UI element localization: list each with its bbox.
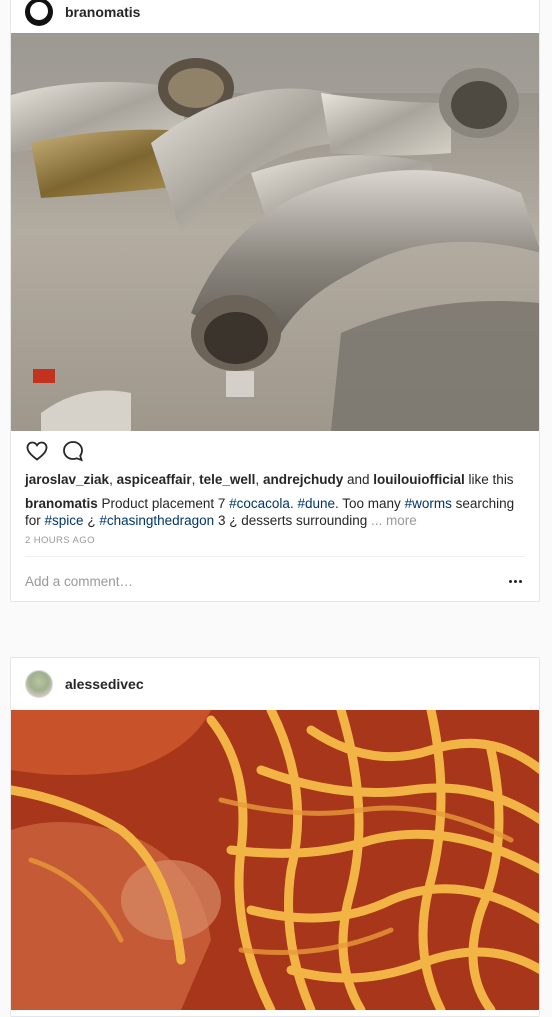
liker-username[interactable]: jaroslav_ziak (25, 472, 109, 487)
post-image-graphic (11, 33, 539, 431)
post-image[interactable] (11, 710, 539, 1010)
likes-suffix: like this (468, 472, 514, 487)
post-header: branomatis (11, 0, 539, 33)
likes-and: and (346, 472, 370, 487)
comment-input[interactable] (25, 573, 465, 589)
hashtag-link[interactable]: #dune (297, 496, 335, 511)
likes-line: jaroslav_ziak, aspiceaffair, tele_well, … (25, 472, 514, 487)
post-card: alessedivec (10, 657, 540, 1017)
hashtag-link[interactable]: #cocacola (229, 496, 290, 511)
caption-text: Product placement 7 (101, 496, 226, 511)
more-link[interactable]: ... more (371, 513, 417, 528)
hashtag-link[interactable]: #worms (405, 496, 452, 511)
liker-username[interactable]: louilouiofficial (373, 472, 465, 487)
avatar[interactable] (25, 0, 53, 26)
hashtag-link[interactable]: #chasingthedragon (99, 513, 214, 528)
post-username[interactable]: alessedivec (65, 676, 144, 692)
caption-author[interactable]: branomatis (25, 496, 98, 511)
liker-username[interactable]: aspiceaffair (117, 472, 192, 487)
heart-icon[interactable] (25, 439, 49, 463)
caption-text: ¿ (87, 513, 96, 528)
hashtag-link[interactable]: #spice (45, 513, 84, 528)
more-options-icon[interactable] (505, 579, 525, 583)
comment-row (11, 557, 539, 601)
post-actions (11, 431, 539, 471)
post-card: branomatis jaroslav_ziak, aspiceaffair, … (10, 0, 540, 602)
caption-text: . (289, 496, 294, 511)
post-timestamp[interactable]: 2 HOURS AGO (11, 529, 539, 546)
post-username[interactable]: branomatis (65, 4, 140, 20)
post-header: alessedivec (11, 658, 539, 710)
liker-username[interactable]: andrejchudy (263, 472, 343, 487)
avatar[interactable] (25, 670, 53, 698)
post-image-graphic (11, 710, 539, 1010)
caption-text: . Too many (335, 496, 401, 511)
liker-username[interactable]: tele_well (199, 472, 255, 487)
post-caption: branomatis Product placement 7 #cocacola… (11, 489, 539, 529)
comment-bubble-icon[interactable] (61, 439, 85, 463)
caption-text: 3 ¿ desserts surrounding (217, 513, 368, 528)
post-image[interactable] (11, 33, 539, 431)
